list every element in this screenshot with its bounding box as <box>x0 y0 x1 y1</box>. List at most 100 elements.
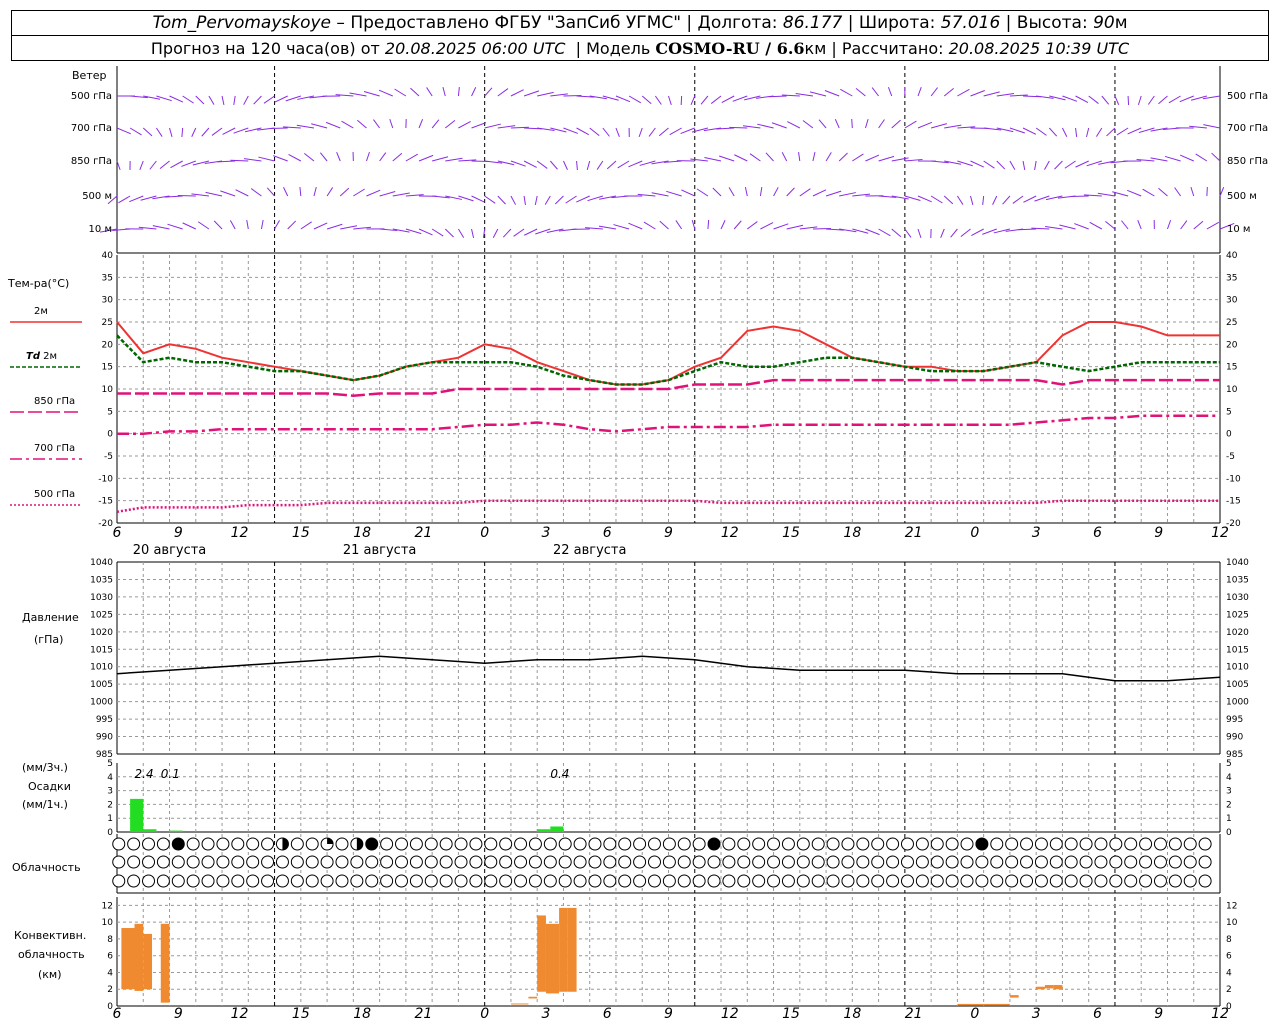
wind-barb <box>313 222 328 230</box>
wind-barb <box>524 228 538 236</box>
y-tick-right: 40 <box>1226 251 1238 261</box>
cloud-cover-circle <box>424 837 438 851</box>
convective_cloud-bar <box>510 1003 529 1005</box>
cloud-cover-circle <box>811 855 825 869</box>
wind-barb <box>303 153 315 162</box>
cloud-cover-circle <box>1198 874 1212 888</box>
y-tick-right: 25 <box>1226 318 1237 328</box>
wind-barb <box>471 122 487 129</box>
wind-level-right: 500 гПа <box>1227 91 1268 102</box>
y-tick-left: 1020 <box>90 628 113 638</box>
wind-barb <box>1086 160 1102 167</box>
wind-barb <box>864 118 869 129</box>
cloud-cover-circle <box>930 837 944 851</box>
cloud-cover-circle <box>1139 837 1153 851</box>
cloud-cover-circle <box>692 837 706 851</box>
cloud-cover-circle <box>722 874 736 888</box>
wind-barb <box>855 87 866 97</box>
wind-barb <box>1211 152 1221 162</box>
wind-barb <box>366 189 381 197</box>
wind-barb <box>1075 160 1089 168</box>
y-tick-right: 0 <box>1226 828 1232 838</box>
wind-barb <box>549 160 558 170</box>
y-tick-left: 1 <box>107 814 113 824</box>
y-tick-left: 8 <box>107 935 113 945</box>
wind-barb <box>155 127 163 137</box>
cloud-cover-circle <box>499 874 513 888</box>
wind-barb <box>690 95 696 105</box>
y-tick-right: 5 <box>1226 407 1232 417</box>
x-tick-label: 18 <box>353 1006 371 1022</box>
wind-barb <box>299 186 302 197</box>
wind-barb <box>680 127 695 135</box>
wind-barb <box>562 160 568 170</box>
y-tick-left: -10 <box>98 474 113 484</box>
wind-barb <box>502 228 512 238</box>
meteogram: 2.4 0.1 0.4 -20 -20-15 -15-10 -10-5 -50 05 510 10… <box>7 66 1268 1022</box>
y-tick-left: 1035 <box>90 575 113 585</box>
wind-barb <box>326 223 343 230</box>
cloud-cover-circle <box>975 855 989 869</box>
wind-barb <box>1095 127 1103 137</box>
y-tick-right: 2 <box>1226 985 1232 995</box>
cloud-cover-circle <box>1020 874 1034 888</box>
convective_cloud-bar <box>134 923 144 991</box>
wind-barb <box>458 120 471 129</box>
wind-barb <box>1062 95 1078 102</box>
wind-barb <box>878 155 895 162</box>
wind-barb <box>589 127 600 137</box>
cloud-cover-circle <box>1064 837 1078 851</box>
cloud-cover-circle <box>930 855 944 869</box>
y-tick-left: 0 <box>107 828 113 838</box>
wind-barb <box>1054 160 1063 170</box>
cloud-cover-circle <box>201 837 215 851</box>
cloud-cover-circle <box>722 855 736 869</box>
cloud-cover-circle <box>871 874 885 888</box>
y-tick-left: 10 <box>102 385 114 395</box>
x-tick-label: 6 <box>603 1006 612 1022</box>
y-tick-left: 30 <box>102 296 114 306</box>
cloud-cover-circle <box>1034 874 1048 888</box>
wind-barb <box>728 187 735 197</box>
cloud-cover-circle <box>662 837 676 851</box>
cloud-cover-circle <box>201 874 215 888</box>
y-tick-left: 1040 <box>90 558 113 568</box>
cloud-cover-circle <box>856 874 870 888</box>
wind-barb <box>917 228 922 239</box>
cloud-cover-circle <box>127 874 141 888</box>
wind-title: Ветер <box>72 69 106 82</box>
wind-barb <box>536 160 548 169</box>
wind-barb <box>442 86 446 97</box>
wind-barb <box>258 156 275 162</box>
cloud-cover-circle <box>1109 837 1123 851</box>
cloud-cover-circle <box>454 874 468 888</box>
cloud-cover-circle <box>662 874 676 888</box>
wind-barb <box>1022 160 1026 171</box>
cloud-cover-circle <box>424 855 438 869</box>
cloud-cover-circle <box>201 855 215 869</box>
wind-barb <box>773 187 779 197</box>
wind-barb <box>648 127 656 137</box>
wind-barb <box>773 223 789 230</box>
cloud-cover-circle <box>990 874 1004 888</box>
wind-barb <box>917 86 922 97</box>
x-tick-label: 15 <box>292 1006 310 1022</box>
cloud-cover-circle <box>335 855 349 869</box>
wind-barb <box>891 228 902 238</box>
convective_cloud-bar <box>1044 985 1054 989</box>
cloud-cover-circle <box>647 855 661 869</box>
wind-barb <box>444 120 456 129</box>
convective_cloud-bar <box>160 923 170 1003</box>
cloud-cover-circle <box>588 855 602 869</box>
wind-barb <box>513 228 525 237</box>
convective_cloud-bar <box>957 1003 1010 1006</box>
cloud-cover-circle <box>1168 874 1182 888</box>
cloud-cover-circle <box>826 837 840 851</box>
cloud-cover-circle <box>1005 837 1019 851</box>
wind-barb <box>786 187 795 197</box>
y-tick-left: 6 <box>107 952 113 962</box>
wind-barb <box>851 118 853 129</box>
wind-barb <box>266 187 275 197</box>
cloud-cover-circle <box>647 837 661 851</box>
cloud-cover-circle <box>528 855 542 869</box>
